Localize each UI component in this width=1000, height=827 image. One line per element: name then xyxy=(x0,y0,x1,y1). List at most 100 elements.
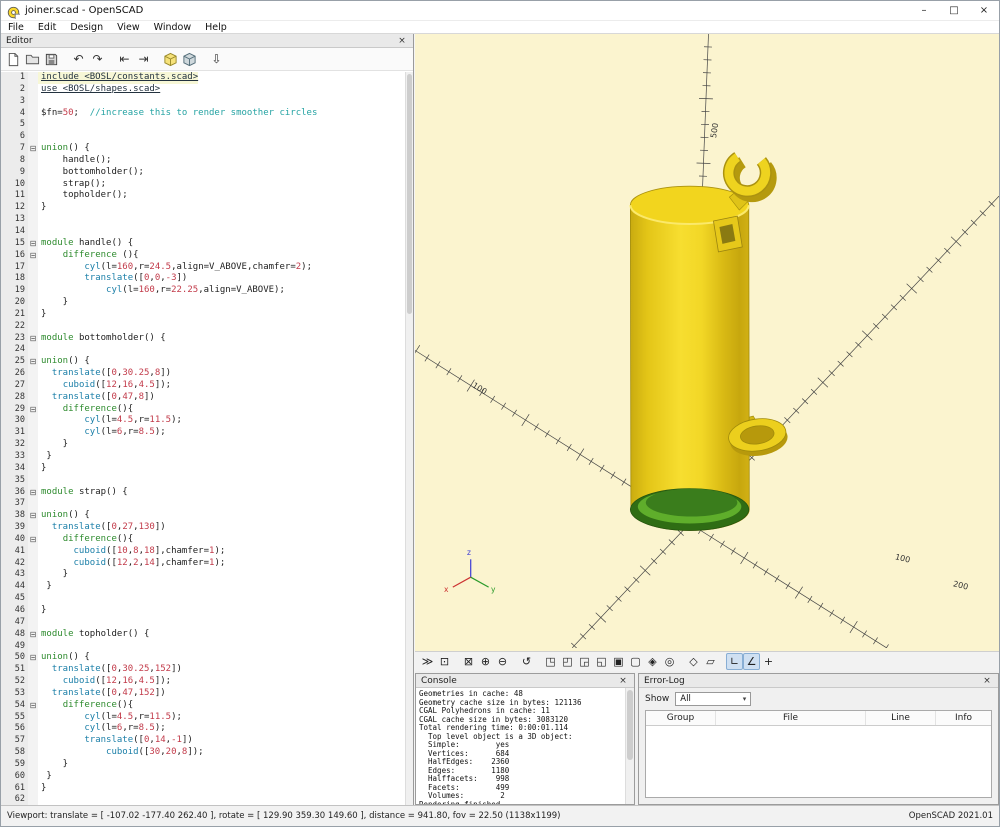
menu-window[interactable]: Window xyxy=(147,22,198,33)
code-line-56[interactable]: 56 cyl(l=6,r=8.5); xyxy=(1,723,405,735)
code-line-46[interactable]: 46} xyxy=(1,605,405,617)
code-line-54[interactable]: 54⊟ difference(){ xyxy=(1,700,405,712)
fold-marker-icon[interactable]: ⊟ xyxy=(28,629,38,641)
view-right-button[interactable]: ◳ xyxy=(542,653,559,670)
console-scrollbar[interactable] xyxy=(625,688,634,804)
code-line-23[interactable]: 23⊟module bottomholder() { xyxy=(1,333,405,345)
errorlog-column-group[interactable]: Group xyxy=(646,711,716,725)
code-line-52[interactable]: 52 cuboid([12,16,4.5]); xyxy=(1,676,405,688)
redo-button[interactable]: ↷ xyxy=(88,50,107,69)
view-front-button[interactable]: ▣ xyxy=(610,653,627,670)
code-line-6[interactable]: 6 xyxy=(1,131,405,143)
fold-marker-icon[interactable]: ⊟ xyxy=(28,238,38,250)
new-file-button[interactable] xyxy=(4,50,23,69)
code-line-13[interactable]: 13 xyxy=(1,214,405,226)
view-preview-button[interactable]: ≫ xyxy=(419,653,436,670)
code-line-43[interactable]: 43 } xyxy=(1,569,405,581)
code-line-16[interactable]: 16⊟ difference (){ xyxy=(1,250,405,262)
code-line-36[interactable]: 36⊟module strap() { xyxy=(1,487,405,499)
code-line-47[interactable]: 47 xyxy=(1,617,405,629)
view-center-button[interactable]: ◎ xyxy=(661,653,678,670)
code-line-40[interactable]: 40⊟ difference(){ xyxy=(1,534,405,546)
code-line-12[interactable]: 12} xyxy=(1,202,405,214)
fold-marker-icon[interactable]: ⊟ xyxy=(28,250,38,262)
viewport-3d[interactable]: x y z 500100100200 xyxy=(415,34,999,651)
view-bottom-button[interactable]: ◲ xyxy=(576,653,593,670)
zoom-out-button[interactable]: ⊖ xyxy=(494,653,511,670)
code-line-50[interactable]: 50⊟union() { xyxy=(1,652,405,664)
menu-help[interactable]: Help xyxy=(198,22,234,33)
code-line-3[interactable]: 3 xyxy=(1,96,405,108)
fold-marker-icon[interactable]: ⊟ xyxy=(28,333,38,345)
code-line-25[interactable]: 25⊟union() { xyxy=(1,356,405,368)
code-line-18[interactable]: 18 translate([0,0,-3]) xyxy=(1,273,405,285)
editor-scrollbar-thumb[interactable] xyxy=(407,74,412,314)
code-line-55[interactable]: 55 cyl(l=4.5,r=11.5); xyxy=(1,712,405,724)
code-line-5[interactable]: 5 xyxy=(1,119,405,131)
code-line-26[interactable]: 26 translate([0,30.25,8]) xyxy=(1,368,405,380)
menu-view[interactable]: View xyxy=(110,22,147,33)
code-line-29[interactable]: 29⊟ difference(){ xyxy=(1,404,405,416)
code-line-42[interactable]: 42 cuboid([12,2,14],chamfer=1); xyxy=(1,558,405,570)
fold-marker-icon[interactable]: ⊟ xyxy=(28,404,38,416)
errorlog-column-info[interactable]: Info xyxy=(936,711,991,725)
code-line-28[interactable]: 28 translate([0,47,8]) xyxy=(1,392,405,404)
export-stl-button[interactable]: ⇩ xyxy=(207,50,226,69)
code-line-59[interactable]: 59 } xyxy=(1,759,405,771)
code-line-51[interactable]: 51 translate([0,30.25,152]) xyxy=(1,664,405,676)
minimize-button[interactable]: – xyxy=(909,1,939,20)
view-render-button[interactable]: ⊡ xyxy=(436,653,453,670)
view-left-button[interactable]: ◱ xyxy=(593,653,610,670)
code-line-7[interactable]: 7⊟union() { xyxy=(1,143,405,155)
code-line-44[interactable]: 44 } xyxy=(1,581,405,593)
code-line-48[interactable]: 48⊟module topholder() { xyxy=(1,629,405,641)
code-line-41[interactable]: 41 cuboid([10,8,18],chamfer=1); xyxy=(1,546,405,558)
code-line-2[interactable]: 2use <BOSL/shapes.scad> xyxy=(1,84,405,96)
save-button[interactable] xyxy=(42,50,61,69)
code-line-60[interactable]: 60 } xyxy=(1,771,405,783)
code-line-35[interactable]: 35 xyxy=(1,475,405,487)
view-top-button[interactable]: ◰ xyxy=(559,653,576,670)
code-line-38[interactable]: 38⊟union() { xyxy=(1,510,405,522)
code-line-15[interactable]: 15⊟module handle() { xyxy=(1,238,405,250)
undo-button[interactable]: ↶ xyxy=(69,50,88,69)
code-line-33[interactable]: 33 } xyxy=(1,451,405,463)
show-crosshairs-button[interactable]: + xyxy=(760,653,777,670)
code-line-22[interactable]: 22 xyxy=(1,321,405,333)
code-line-9[interactable]: 9 bottomholder(); xyxy=(1,167,405,179)
fold-marker-icon[interactable]: ⊟ xyxy=(28,356,38,368)
code-line-27[interactable]: 27 cuboid([12,16,4.5]); xyxy=(1,380,405,392)
code-line-61[interactable]: 61} xyxy=(1,783,405,795)
code-line-53[interactable]: 53 translate([0,47,152]) xyxy=(1,688,405,700)
show-axes-button[interactable]: ∟ xyxy=(726,653,743,670)
fold-marker-icon[interactable]: ⊟ xyxy=(28,510,38,522)
view-diagonal-button[interactable]: ◈ xyxy=(644,653,661,670)
zoom-all-button[interactable]: ⊠ xyxy=(460,653,477,670)
code-line-39[interactable]: 39 translate([0,27,130]) xyxy=(1,522,405,534)
console-scrollbar-thumb[interactable] xyxy=(627,690,633,760)
code-line-14[interactable]: 14 xyxy=(1,226,405,238)
unindent-button[interactable]: ⇤ xyxy=(115,50,134,69)
code-line-11[interactable]: 11 topholder(); xyxy=(1,190,405,202)
zoom-in-button[interactable]: ⊕ xyxy=(477,653,494,670)
errorlog-column-line[interactable]: Line xyxy=(866,711,936,725)
code-line-37[interactable]: 37 xyxy=(1,498,405,510)
code-editor[interactable]: 1include <BOSL/constants.scad>2use <BOSL… xyxy=(1,72,405,805)
code-line-17[interactable]: 17 cyl(l=160,r=24.5,align=V_ABOVE,chamfe… xyxy=(1,262,405,274)
view-orthogonal-button[interactable]: ▱ xyxy=(702,653,719,670)
render-button[interactable] xyxy=(180,50,199,69)
code-line-10[interactable]: 10 strap(); xyxy=(1,179,405,191)
errorlog-filter-select[interactable]: All ▾ xyxy=(675,692,751,706)
code-line-24[interactable]: 24 xyxy=(1,344,405,356)
fold-marker-icon[interactable]: ⊟ xyxy=(28,652,38,664)
code-line-21[interactable]: 21} xyxy=(1,309,405,321)
code-line-19[interactable]: 19 cyl(l=160,r=22.25,align=V_ABOVE); xyxy=(1,285,405,297)
viewport-canvas[interactable] xyxy=(415,34,999,648)
errorlog-column-file[interactable]: File xyxy=(716,711,866,725)
code-line-20[interactable]: 20 } xyxy=(1,297,405,309)
view-perspective-button[interactable]: ◇ xyxy=(685,653,702,670)
fold-marker-icon[interactable]: ⊟ xyxy=(28,700,38,712)
code-line-32[interactable]: 32 } xyxy=(1,439,405,451)
errorlog-close-button[interactable]: × xyxy=(981,676,993,686)
fold-marker-icon[interactable]: ⊟ xyxy=(28,143,38,155)
